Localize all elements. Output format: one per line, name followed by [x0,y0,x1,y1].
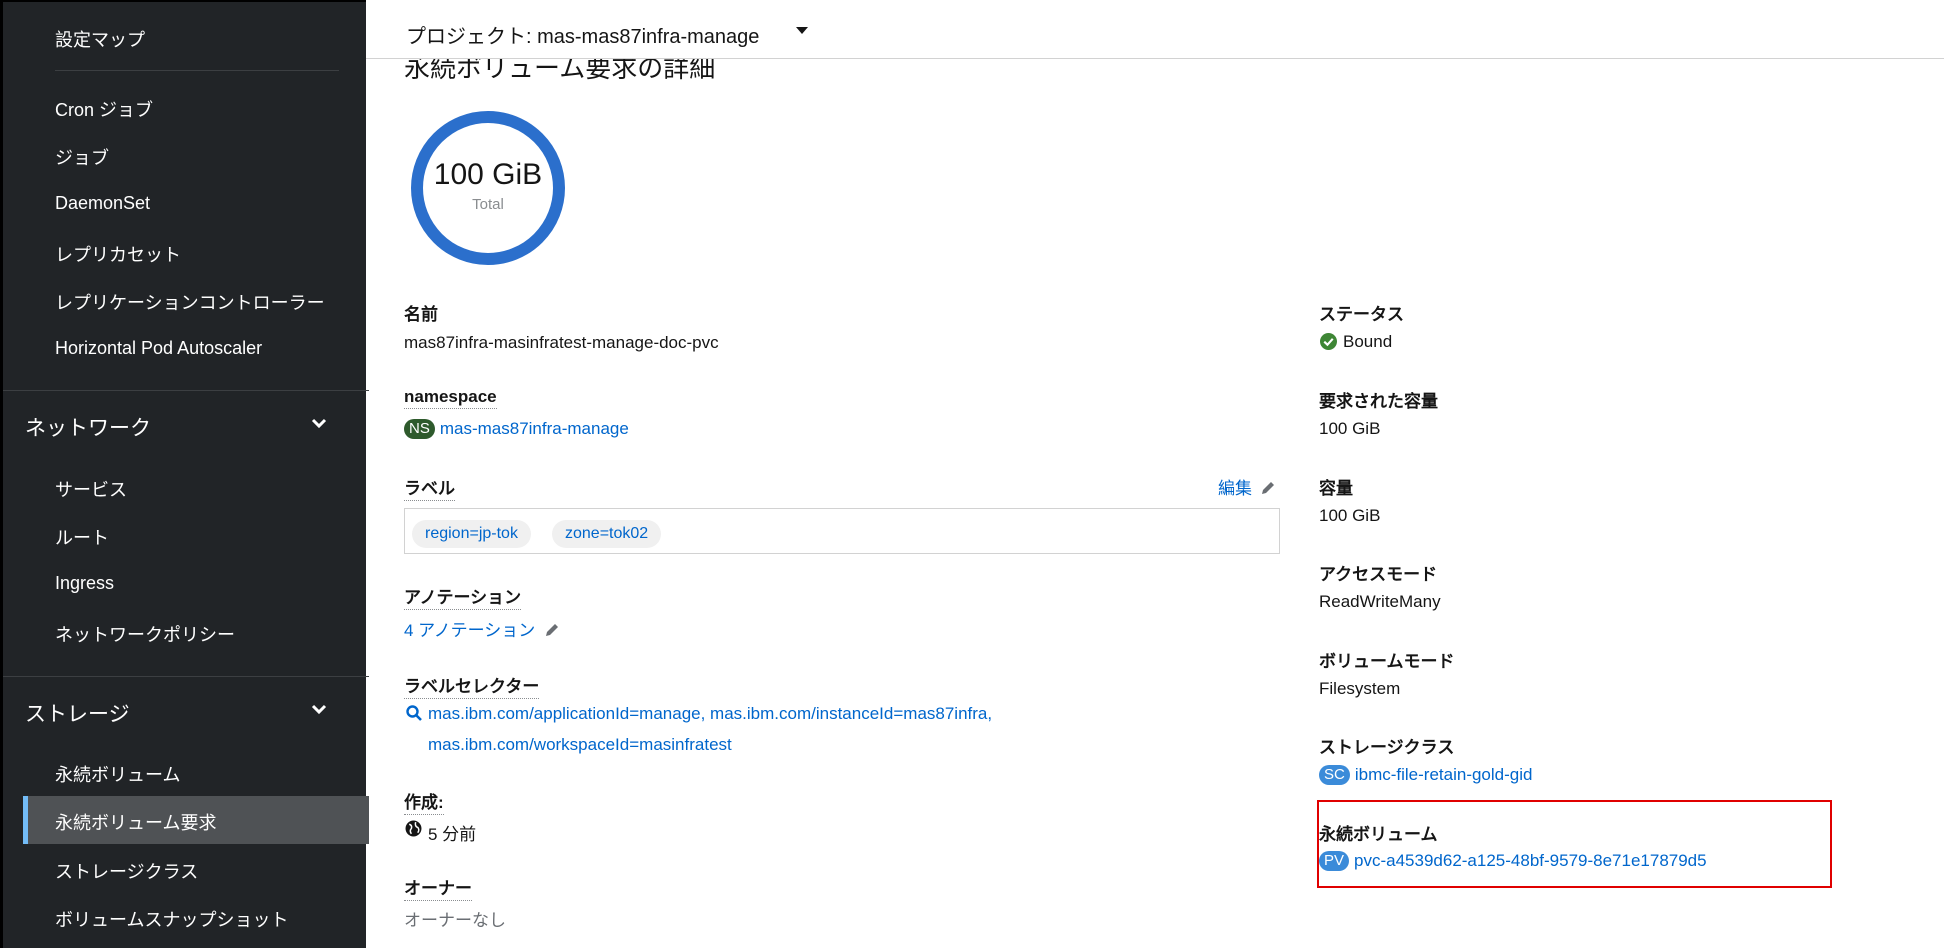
pencil-icon [1261,482,1274,494]
chevron-down-icon [311,418,327,429]
sidebar-item-jobs[interactable]: ジョブ [55,144,109,170]
sidebar-group-storage[interactable]: ストレージ [25,698,328,728]
name-value: mas87infra-masinfratest-manage-doc-pvc [404,333,719,352]
sidebar-item-network-policies[interactable]: ネットワークポリシー [55,621,235,647]
persistent-volume-link[interactable]: PV pvc-a4539d62-a125-48bf-9579-8e71e17879… [1319,851,1707,871]
status-label: ステータス [1319,305,1404,324]
requested-capacity-label: 要求された容量 [1319,392,1438,411]
storage-class-value: ibmc-file-retain-gold-gid [1354,765,1533,784]
volume-mode-value: Filesystem [1319,679,1401,698]
sidebar-item-replicasets[interactable]: レプリカセット [55,241,181,267]
sidebar-item-persistent-volumes[interactable]: 永続ボリューム [55,761,180,787]
label-selector-label: ラベルセレクター [404,672,540,699]
sidebar-item-hpa[interactable]: Horizontal Pod Autoscaler [55,338,262,359]
sidebar-group-network[interactable]: ネットワーク [25,412,328,442]
divider [55,70,339,71]
edit-labels-button[interactable]: 編集 [1218,474,1276,499]
annotations-link[interactable]: 4 アノテーション [404,616,560,641]
storage-class-label: ストレージクラス [1319,738,1455,757]
check-circle-icon [1320,333,1337,350]
donut-value: 100 GiB [433,158,543,191]
label-selector-link[interactable]: mas.ibm.com/applicationId=manage, mas.ib… [428,704,992,724]
pv-badge: PV [1319,851,1350,871]
sidebar-item-cron-jobs[interactable]: Cron ジョブ [55,96,153,122]
project-bar: プロジェクト: mas-mas87infra-manage [366,0,1944,59]
access-mode-value: ReadWriteMany [1319,592,1441,611]
chevron-down-icon [311,704,327,715]
sidebar: 設定マップ Cron ジョブ ジョブ DaemonSet レプリカセット レプリ… [0,0,369,948]
persistent-volume-label: 永続ボリューム [1319,825,1438,844]
annotations-label: アノテーション [404,583,522,610]
namespace-link[interactable]: NS mas-mas87infra-manage [404,419,629,439]
sidebar-group-label: ストレージ [25,703,130,726]
divider [3,390,369,391]
created-label: 作成: [404,788,444,815]
sidebar-group-label: ネットワーク [25,417,151,440]
sidebar-item-routes[interactable]: ルート [55,524,109,550]
search-icon [406,705,422,721]
label-chip[interactable]: zone=tok02 [552,520,662,548]
owner-value: オーナーなし [404,911,506,930]
edit-label: 編集 [1218,479,1252,498]
globe-icon [405,820,422,837]
persistent-volume-value: pvc-a4539d62-a125-48bf-9579-8e71e17879d5 [1354,851,1707,870]
caret-down-icon[interactable] [796,27,808,34]
project-selector[interactable]: プロジェクト: mas-mas87infra-manage [406,20,759,49]
divider [3,676,369,677]
sidebar-item-config-maps[interactable]: 設定マップ [55,26,145,52]
pencil-icon [546,624,559,636]
sidebar-item-replication-controllers[interactable]: レプリケーションコントローラー [55,289,325,315]
sidebar-item-ingress[interactable]: Ingress [55,573,114,594]
sidebar-item-storage-classes[interactable]: ストレージクラス [55,858,198,884]
label-selector-link[interactable]: mas.ibm.com/workspaceId=masinfratest [428,735,732,755]
labels-box [404,508,1280,554]
storage-class-link[interactable]: SC ibmc-file-retain-gold-gid [1319,765,1532,785]
requested-capacity-value: 100 GiB [1319,419,1381,438]
sidebar-item-daemonsets[interactable]: DaemonSet [55,193,150,214]
labels-label: ラベル [404,474,455,501]
capacity-label: 容量 [1319,479,1353,498]
donut-subtitle: Total [472,196,504,213]
active-item-indicator [23,796,28,844]
name-label: 名前 [404,305,438,324]
sidebar-item-persistent-volume-claims[interactable]: 永続ボリューム要求 [55,809,216,835]
namespace-value: mas-mas87infra-manage [439,419,629,438]
created-value: 5 分前 [428,825,477,844]
label-chip[interactable]: region=jp-tok [412,520,531,548]
access-mode-label: アクセスモード [1319,565,1438,584]
status-value: Bound [1343,332,1393,351]
capacity-value: 100 GiB [1319,506,1381,525]
annotations-value: 4 アノテーション [404,621,536,640]
volume-mode-label: ボリュームモード [1319,652,1455,671]
sidebar-item-services[interactable]: サービス [55,476,127,502]
ns-badge: NS [404,419,435,439]
owner-label: オーナー [404,874,472,901]
namespace-label: namespace [404,387,497,409]
sidebar-item-volume-snapshots[interactable]: ボリュームスナップショット [55,906,288,932]
sc-badge: SC [1319,765,1350,785]
capacity-donut-chart: 100 GiB Total [408,108,568,268]
